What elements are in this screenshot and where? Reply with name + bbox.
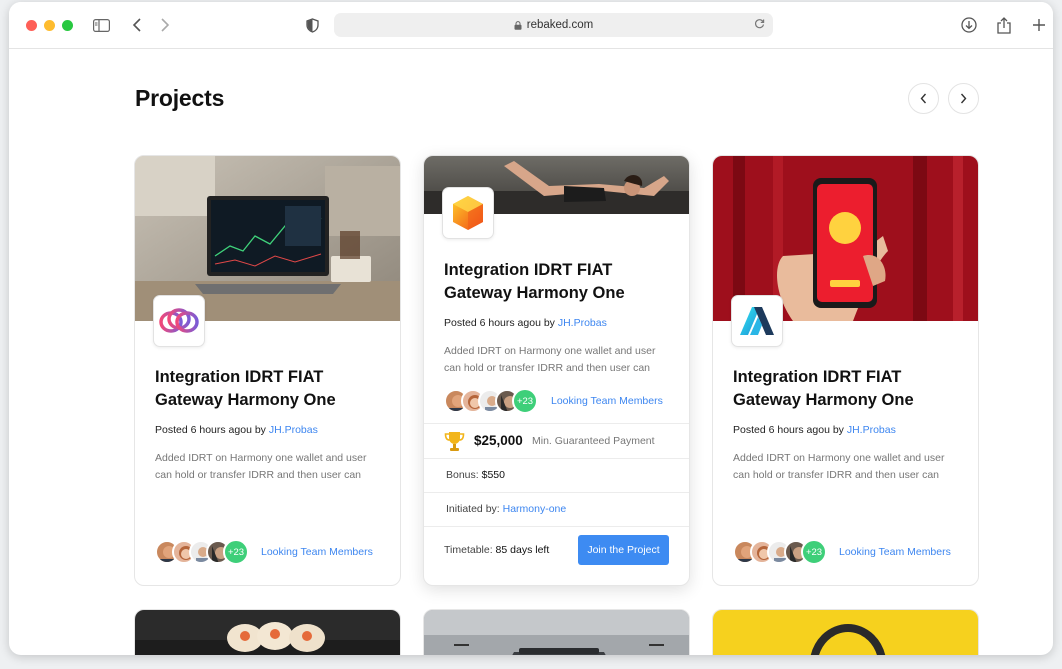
lock-icon bbox=[514, 21, 522, 30]
address-bar[interactable]: rebaked.com bbox=[334, 13, 773, 37]
chevron-left-icon bbox=[920, 93, 927, 104]
interlinked-rings-logo-icon bbox=[159, 308, 199, 333]
browser-window: rebaked.com Projects Integration IDRT FI… bbox=[9, 2, 1053, 655]
more-members-badge[interactable]: +23 bbox=[801, 539, 827, 565]
timetable-label: Timetable: bbox=[444, 544, 496, 556]
bonus-text: Bonus: $550 bbox=[446, 469, 505, 481]
reload-icon[interactable] bbox=[754, 17, 765, 32]
browser-toolbar: rebaked.com bbox=[9, 2, 1053, 49]
zoom-window-button[interactable] bbox=[62, 20, 73, 31]
project-hero-image bbox=[424, 610, 689, 655]
minimize-window-button[interactable] bbox=[44, 20, 55, 31]
project-logo bbox=[442, 187, 494, 239]
shield-icon[interactable] bbox=[302, 15, 322, 35]
page-title: Projects bbox=[135, 85, 225, 111]
download-icon[interactable] bbox=[959, 15, 979, 35]
author-link[interactable]: JH.Probas bbox=[269, 424, 318, 436]
more-members-badge[interactable]: +23 bbox=[223, 539, 249, 565]
initiated-row: Initiated by: Harmony-one bbox=[424, 492, 689, 526]
bonus-row: Bonus: $550 bbox=[424, 458, 689, 492]
posted-by: Posted 6 hours agou by JH.Probas bbox=[733, 424, 896, 436]
more-members-badge[interactable]: +23 bbox=[512, 388, 538, 414]
project-description: Added IDRT on Harmony one wallet and use… bbox=[444, 345, 656, 374]
project-card[interactable] bbox=[423, 609, 690, 655]
project-card[interactable]: Integration IDRT FIAT Gateway Harmony On… bbox=[712, 155, 979, 586]
carousel-next-button[interactable] bbox=[948, 83, 979, 114]
timetable-text: Timetable: 85 days left bbox=[444, 544, 549, 556]
team-avatars[interactable]: +23 bbox=[733, 539, 827, 565]
timetable-value: 85 days left bbox=[495, 544, 550, 556]
payment-label: Min. Guaranteed Payment bbox=[532, 435, 655, 447]
posted-text: Posted 6 hours agou by bbox=[733, 424, 847, 436]
initiated-label: Initiated by: bbox=[446, 503, 503, 515]
sidebar-icon[interactable] bbox=[91, 15, 111, 35]
blue-angular-logo-icon bbox=[740, 307, 774, 335]
looking-team-members-link[interactable]: Looking Team Members bbox=[261, 546, 373, 558]
trophy-icon bbox=[444, 430, 465, 455]
back-icon[interactable] bbox=[127, 15, 147, 35]
looking-team-members-link[interactable]: Looking Team Members bbox=[839, 546, 951, 558]
project-description: Added IDRT on Harmony one wallet and use… bbox=[733, 452, 945, 481]
initiated-text: Initiated by: Harmony-one bbox=[446, 503, 566, 515]
initiator-link[interactable]: Harmony-one bbox=[503, 503, 567, 515]
payment-amount: $25,000 bbox=[474, 433, 523, 448]
new-tab-icon[interactable] bbox=[1029, 15, 1049, 35]
carousel-prev-button[interactable] bbox=[908, 83, 939, 114]
url-text: rebaked.com bbox=[526, 19, 594, 31]
project-hero-image bbox=[135, 610, 400, 655]
orange-hexagon-logo-icon bbox=[453, 196, 483, 230]
team-avatars[interactable]: +23 bbox=[155, 539, 249, 565]
posted-text: Posted 6 hours agou by bbox=[444, 317, 558, 329]
project-hero-image bbox=[713, 610, 978, 655]
posted-text: Posted 6 hours agou by bbox=[155, 424, 269, 436]
author-link[interactable]: JH.Probas bbox=[847, 424, 896, 436]
team-avatars[interactable]: +23 bbox=[444, 388, 538, 414]
bonus-value: $550 bbox=[481, 469, 505, 481]
chevron-right-icon bbox=[960, 93, 967, 104]
close-window-button[interactable] bbox=[26, 20, 37, 31]
project-card[interactable]: Integration IDRT FIAT Gateway Harmony On… bbox=[134, 155, 401, 586]
project-card[interactable] bbox=[712, 609, 979, 655]
payment-row: $25,000 Min. Guaranteed Payment bbox=[424, 423, 689, 458]
project-logo bbox=[153, 295, 205, 347]
project-logo bbox=[731, 295, 783, 347]
project-title[interactable]: Integration IDRT FIAT Gateway Harmony On… bbox=[733, 366, 963, 412]
bonus-label: Bonus: bbox=[446, 469, 482, 481]
looking-team-members-link[interactable]: Looking Team Members bbox=[551, 395, 663, 407]
posted-by: Posted 6 hours agou by JH.Probas bbox=[155, 424, 318, 436]
author-link[interactable]: JH.Probas bbox=[558, 317, 607, 329]
project-title[interactable]: Integration IDRT FIAT Gateway Harmony On… bbox=[155, 366, 385, 412]
posted-by: Posted 6 hours agou by JH.Probas bbox=[444, 317, 607, 329]
join-project-button[interactable]: Join the Project bbox=[578, 535, 669, 565]
project-card[interactable] bbox=[134, 609, 401, 655]
page-content: Projects Integration IDRT FIAT Gateway H… bbox=[9, 50, 1053, 655]
share-icon[interactable] bbox=[994, 15, 1014, 35]
project-description: Added IDRT on Harmony one wallet and use… bbox=[155, 452, 367, 481]
project-title[interactable]: Integration IDRT FIAT Gateway Harmony On… bbox=[444, 259, 674, 305]
project-card-featured[interactable]: Integration IDRT FIAT Gateway Harmony On… bbox=[423, 155, 690, 586]
forward-icon[interactable] bbox=[155, 15, 175, 35]
timetable-row: Timetable: 85 days left Join the Project bbox=[424, 526, 689, 585]
